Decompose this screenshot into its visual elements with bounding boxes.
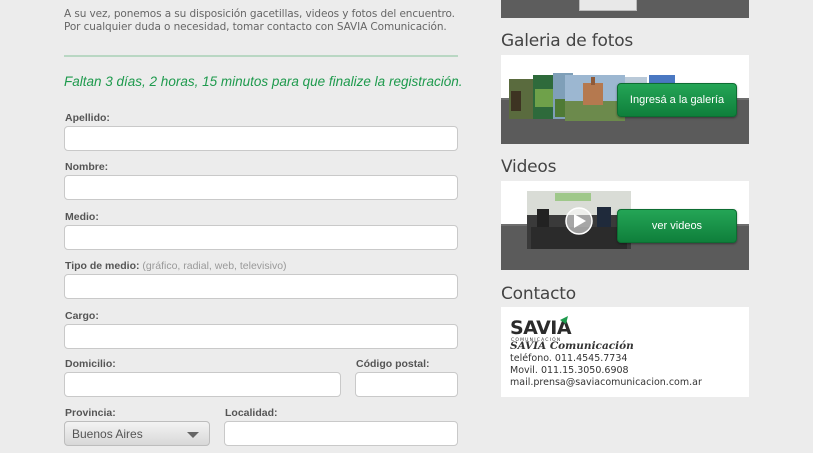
contact-company: SAVIA Comunicación	[510, 340, 634, 352]
codigo-postal-label: Código postal:	[356, 358, 430, 370]
tipo-medio-hint: (gráfico, radial, web, televisivo)	[142, 260, 287, 272]
tipo-medio-label-text: Tipo de medio:	[65, 260, 140, 272]
intro-line-1: A su vez, ponemos a su disposición gacet…	[64, 8, 455, 20]
codigo-postal-input[interactable]	[355, 372, 458, 397]
nombre-label: Nombre:	[65, 161, 109, 173]
contact-phone: teléfono. 011.4545.7734	[510, 353, 628, 364]
cargo-label: Cargo:	[65, 310, 99, 322]
galeria-button[interactable]: Ingresá a la galería	[617, 83, 737, 117]
provincia-selected-value: Buenos Aires	[72, 427, 143, 441]
domicilio-input[interactable]	[64, 372, 341, 397]
registration-form-area: A su vez, ponemos a su disposición gacet…	[0, 0, 490, 453]
contact-mobile: Movil. 011.15.3050.6908	[510, 365, 629, 376]
localidad-label: Localidad:	[225, 407, 278, 419]
videos-button[interactable]: ver videos	[617, 209, 737, 243]
contact-email[interactable]: mail.prensa@saviacomunicacion.com.ar	[510, 377, 702, 388]
videos-title: Videos	[501, 157, 557, 177]
registration-countdown: Faltan 3 días, 2 horas, 15 minutos para …	[64, 74, 463, 89]
intro-text: A su vez, ponemos a su disposición gacet…	[64, 8, 455, 34]
video-thumbnail-image	[527, 191, 631, 249]
apellido-input[interactable]	[64, 126, 458, 151]
contacto-title: Contacto	[501, 284, 576, 304]
apellido-label: Apellido:	[65, 112, 110, 124]
galeria-banner[interactable]: Ingresá a la galería	[501, 55, 749, 144]
medio-input[interactable]	[64, 225, 458, 250]
medio-label: Medio:	[65, 211, 99, 223]
intro-line-2: Por cualquier duda o necesidad, tomar co…	[64, 21, 447, 33]
localidad-input[interactable]	[224, 421, 458, 446]
provincia-label: Provincia:	[65, 407, 116, 419]
contact-card: SAVIA COMUNICACIÓN SAVIA Comunicación te…	[501, 307, 749, 397]
nombre-input[interactable]	[64, 175, 458, 200]
divider	[64, 55, 458, 57]
cargo-input[interactable]	[64, 324, 458, 349]
domicilio-label: Domicilio:	[65, 358, 116, 370]
savia-logo: SAVIA COMUNICACIÓN	[510, 316, 572, 342]
provincia-select[interactable]: Buenos Aires	[64, 421, 210, 446]
document-thumbnail	[579, 0, 637, 11]
tipo-medio-input[interactable]	[64, 274, 458, 299]
chevron-down-icon	[187, 432, 199, 438]
videos-banner[interactable]: ver videos	[501, 181, 749, 270]
press-release-panel[interactable]	[501, 0, 749, 18]
tipo-medio-label: Tipo de medio: (gráfico, radial, web, te…	[65, 260, 287, 272]
galeria-title: Galeria de fotos	[501, 31, 634, 51]
